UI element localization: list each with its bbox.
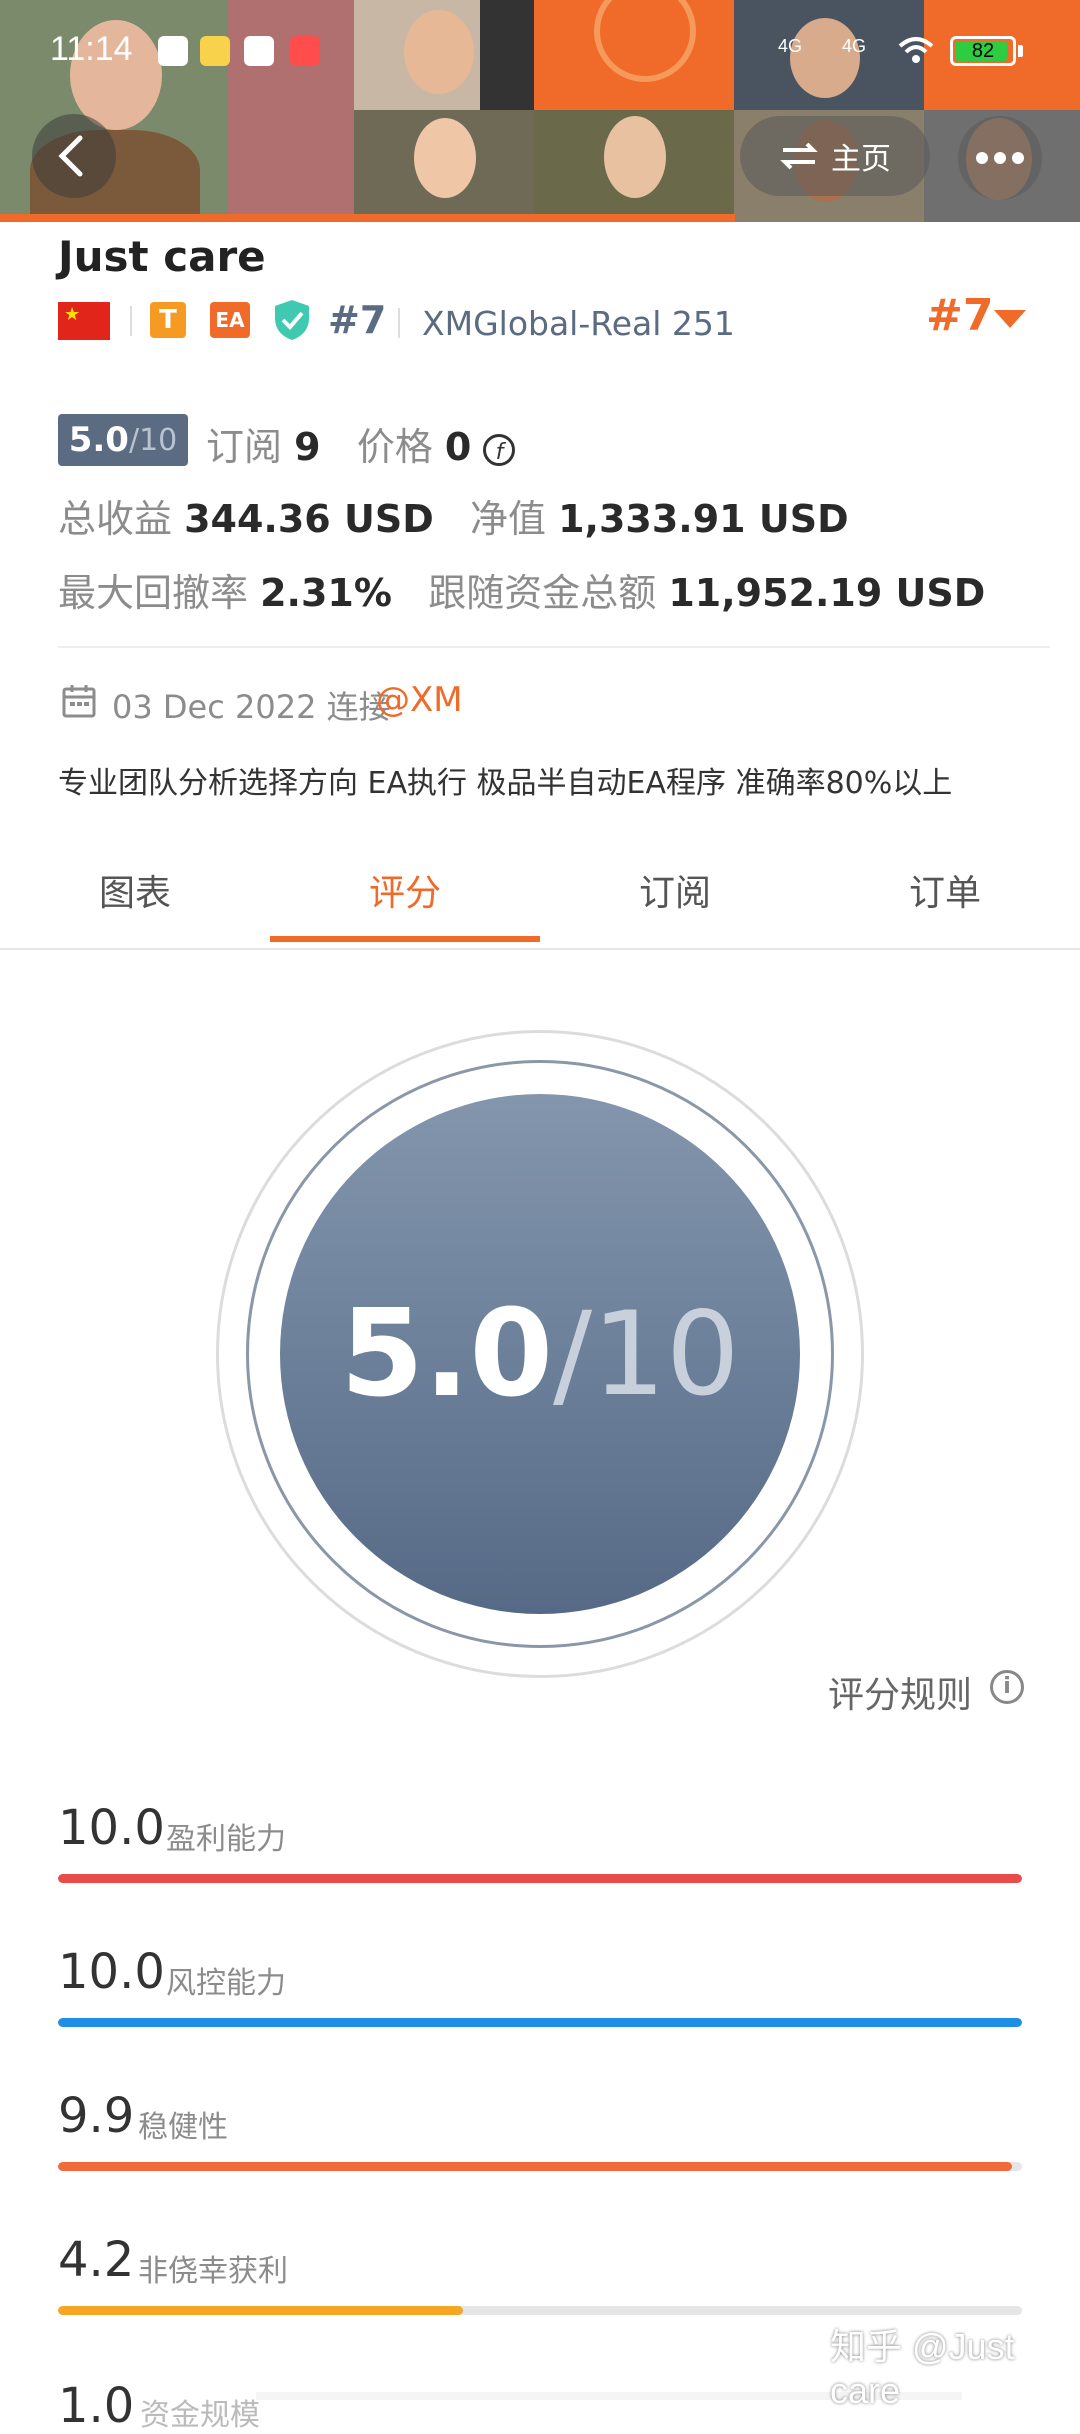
back-arrow-icon bbox=[58, 135, 83, 177]
rank-badge: #7 bbox=[328, 298, 387, 342]
score-row-label: 盈利能力 bbox=[166, 1822, 286, 1857]
tab-score[interactable]: 评分 bbox=[270, 864, 540, 916]
score-row-label: 稳健性 bbox=[138, 2110, 228, 2145]
score-bar bbox=[58, 1874, 1022, 1883]
info-icon[interactable]: i bbox=[990, 1670, 1024, 1704]
signal-2-label: 4G bbox=[842, 36, 867, 56]
score-bar bbox=[58, 2018, 1022, 2027]
badge-t: T bbox=[150, 302, 186, 338]
battery-icon: 82 bbox=[950, 36, 1016, 66]
score-circle-value: 5.0 bbox=[340, 1284, 553, 1424]
baidu-icon bbox=[158, 36, 188, 66]
coin-icon: f bbox=[483, 433, 516, 466]
score-row-label: 非侥幸获利 bbox=[138, 2254, 288, 2289]
rank-dropdown[interactable]: #7 bbox=[926, 290, 993, 341]
strategy-name: Just care bbox=[58, 232, 266, 281]
drawdown-stat: 最大回撤率 2.31% 跟随资金总额 11,952.19 USD bbox=[58, 571, 986, 615]
badge-ea: EA bbox=[210, 302, 250, 338]
watermark: 知乎 @Just care bbox=[830, 2326, 1015, 2411]
caret-down-icon bbox=[994, 310, 1026, 328]
tab-indicator bbox=[270, 936, 540, 942]
score-row-value: 9.9 bbox=[58, 2088, 135, 2144]
tab-subscribe[interactable]: 订阅 bbox=[540, 864, 810, 916]
score-track bbox=[58, 2162, 1022, 2171]
score-row-label: 风控能力 bbox=[166, 1966, 286, 2001]
score-rules-link[interactable]: 评分规则 bbox=[828, 1666, 972, 1718]
server-name: XMGlobal-Real 251 bbox=[422, 304, 735, 343]
weibo-icon bbox=[200, 36, 230, 66]
video-app-icon bbox=[244, 36, 274, 66]
score-circle: 5.0/10 bbox=[280, 1094, 800, 1614]
score-pill-value: 5.0 bbox=[68, 420, 129, 460]
verified-shield-icon bbox=[275, 300, 309, 340]
subscribe-stat: 订阅 9 价格 0 f bbox=[206, 416, 516, 471]
tab-orders[interactable]: 订单 bbox=[810, 864, 1080, 916]
strategy-description: 专业团队分析选择方向 EA执行 极品半自动EA程序 准确率80%以上 bbox=[58, 766, 953, 801]
wifi-icon bbox=[898, 37, 934, 63]
score-bar bbox=[58, 2162, 1013, 2171]
calendar-icon bbox=[62, 685, 96, 718]
broker-link[interactable]: @XM bbox=[376, 680, 463, 720]
score-row-value: 10.0 bbox=[58, 1800, 165, 1856]
home-label: 主页 bbox=[831, 142, 891, 177]
score-row-value: 1.0 bbox=[58, 2378, 135, 2434]
signal-1-label: 4G bbox=[778, 36, 803, 56]
score-row-value: 10.0 bbox=[58, 1944, 165, 2000]
score-circle-denominator: /10 bbox=[552, 1286, 740, 1422]
score-row-value: 4.2 bbox=[58, 2232, 135, 2288]
score-track bbox=[58, 1874, 1022, 1883]
china-flag-icon: ★ bbox=[58, 302, 110, 340]
battery-level: 82 bbox=[971, 40, 995, 62]
score-track bbox=[58, 2018, 1022, 2027]
tab-chart[interactable]: 图表 bbox=[0, 864, 270, 916]
back-button[interactable] bbox=[32, 114, 116, 198]
connect-date: 03 Dec 2022 连接 bbox=[112, 688, 391, 726]
score-track bbox=[58, 2306, 1022, 2315]
score-pill-denominator: /10 bbox=[128, 422, 178, 458]
tab-bar: 图表 评分 订阅 订单 bbox=[0, 840, 1080, 950]
score-row-label: 资金规模 bbox=[140, 2398, 260, 2433]
profit-stat: 总收益 344.36 USD 净值 1,333.91 USD bbox=[58, 497, 849, 541]
home-button[interactable]: 主页 bbox=[740, 116, 930, 196]
status-bar: 11:14 4G 4G 82 bbox=[0, 0, 1080, 100]
music-app-icon bbox=[290, 36, 320, 66]
status-time: 11:14 bbox=[50, 30, 133, 68]
more-button[interactable] bbox=[958, 116, 1042, 200]
divider bbox=[58, 646, 1050, 648]
swap-icon bbox=[780, 142, 818, 170]
score-bar bbox=[58, 2306, 463, 2315]
score-pill: 5.0/10 bbox=[58, 414, 188, 466]
